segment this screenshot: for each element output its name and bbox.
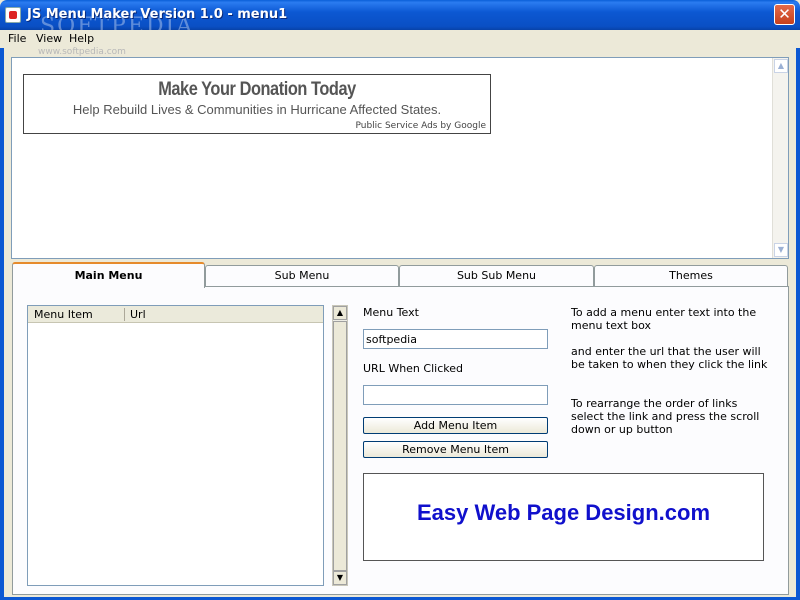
menu-items-list[interactable]: Menu Item Url — [27, 305, 324, 586]
scroll-thumb[interactable] — [333, 321, 347, 571]
list-header: Menu Item Url — [28, 306, 323, 323]
help-text-1: To add a menu enter text into the menu t… — [571, 306, 757, 332]
ad-footer[interactable]: Public Service Ads by Google — [355, 121, 486, 131]
order-scrollbar[interactable]: ▲ ▼ — [332, 305, 348, 586]
remove-menu-item-button[interactable]: Remove Menu Item — [363, 441, 548, 458]
tab-main-menu[interactable]: Main Menu — [12, 262, 205, 288]
watermark-url: www.softpedia.com — [38, 47, 126, 57]
tab-themes[interactable]: Themes — [594, 265, 788, 286]
column-url[interactable]: Url — [130, 308, 146, 321]
window-frame-left — [0, 30, 4, 600]
move-up-icon[interactable]: ▲ — [333, 306, 347, 320]
tab-sub-menu[interactable]: Sub Menu — [205, 265, 399, 286]
menu-text-input[interactable] — [363, 329, 548, 349]
menu-file[interactable]: File — [8, 32, 26, 45]
promo-banner-text[interactable]: Easy Web Page Design.com — [364, 500, 763, 526]
help-text-3: To rearrange the order of links select t… — [571, 397, 760, 436]
window-title: JS Menu Maker Version 1.0 - menu1 — [27, 7, 288, 22]
url-label: URL When Clicked — [363, 362, 463, 375]
column-menu-item[interactable]: Menu Item — [34, 308, 93, 321]
close-button[interactable]: ✕ — [774, 4, 795, 25]
browser-scrollbar[interactable]: ▲ ▼ — [772, 58, 788, 258]
ad-title[interactable]: Make Your Donation Today — [57, 79, 458, 101]
browser-pane[interactable]: Make Your Donation Today Help Rebuild Li… — [11, 57, 789, 259]
add-menu-item-button[interactable]: Add Menu Item — [363, 417, 548, 434]
ad-subtitle[interactable]: Help Rebuild Lives & Communities in Hurr… — [24, 102, 490, 117]
app-icon[interactable] — [5, 7, 21, 23]
tab-sub-sub-menu[interactable]: Sub Sub Menu — [399, 265, 594, 286]
column-separator[interactable] — [124, 308, 125, 321]
scroll-down-icon[interactable]: ▼ — [774, 243, 788, 257]
menu-text-label: Menu Text — [363, 306, 419, 319]
promo-banner[interactable]: Easy Web Page Design.com — [363, 473, 764, 561]
scroll-up-icon[interactable]: ▲ — [774, 59, 788, 73]
menu-bar: File View Help — [0, 30, 800, 48]
ad-banner[interactable]: Make Your Donation Today Help Rebuild Li… — [23, 74, 491, 134]
help-text-2: and enter the url that the user will be … — [571, 345, 768, 371]
url-input[interactable] — [363, 385, 548, 405]
move-down-icon[interactable]: ▼ — [333, 571, 347, 585]
title-bar[interactable]: SOFTPEDIA JS Menu Maker Version 1.0 - me… — [0, 0, 800, 39]
menu-help[interactable]: Help — [69, 32, 94, 45]
menu-view[interactable]: View — [36, 32, 62, 45]
window-frame-right — [796, 30, 800, 600]
